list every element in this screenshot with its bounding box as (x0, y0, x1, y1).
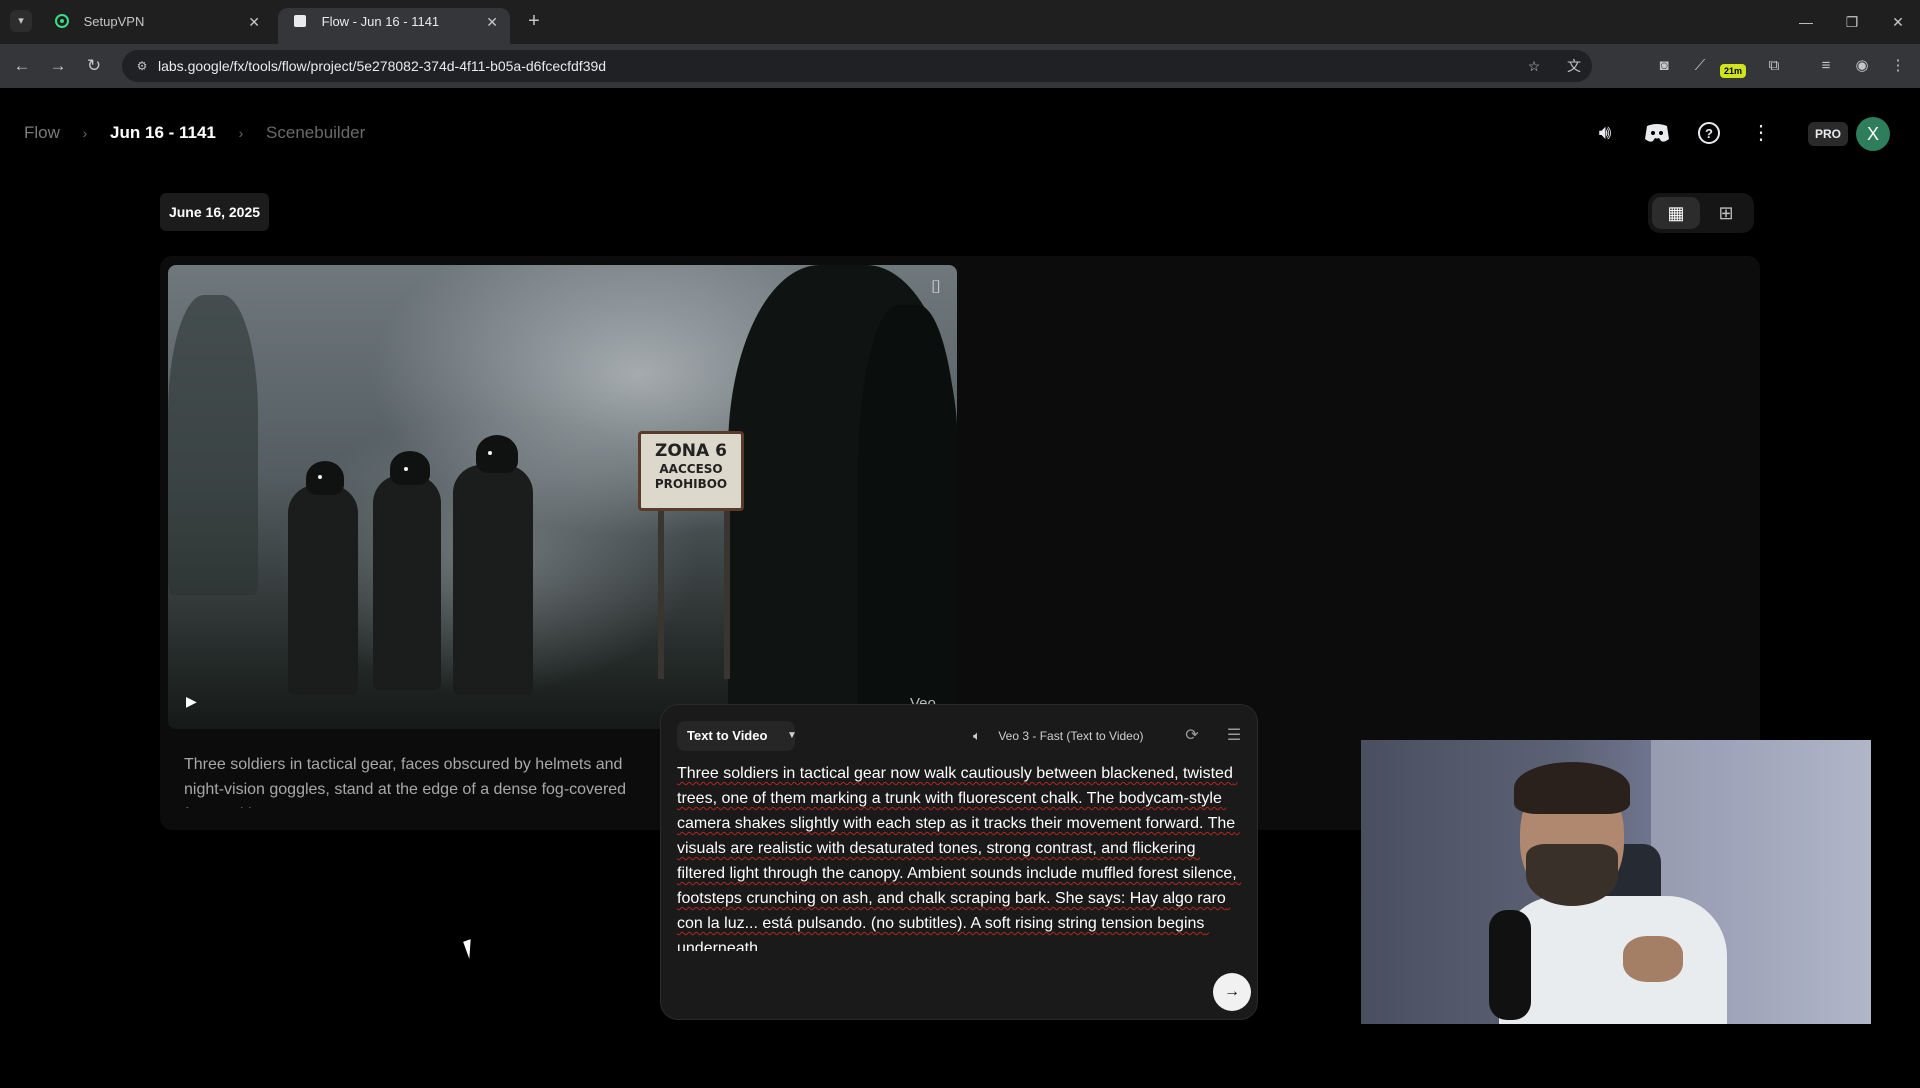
chevron-right-icon: › (238, 125, 244, 141)
restore-icon[interactable]: ❐ (1832, 8, 1872, 36)
breadcrumb-scenebuilder[interactable]: Scenebuilder (266, 122, 365, 144)
play-icon[interactable]: ▶ (186, 691, 206, 711)
new-tab-icon[interactable]: + (520, 8, 548, 36)
prompt-input[interactable]: Three soldiers in tactical gear now walk… (677, 761, 1243, 951)
mode-select[interactable]: Text to Video ▼ (677, 721, 797, 751)
sign-line: PROHIBOO (654, 477, 728, 491)
video-thumbnail[interactable]: ZONA 6 AACCESO PROHIBOO ⌷ ▶ Veo (168, 265, 957, 729)
avatar[interactable]: X (1856, 117, 1890, 151)
forward-icon[interactable]: → (44, 52, 72, 80)
mouse-cursor-icon (463, 939, 477, 959)
model-label: Veo 3 - Fast (Text to Video) (998, 729, 1144, 743)
breadcrumb-flow[interactable]: Flow (24, 122, 60, 144)
presenter-beard (1526, 844, 1618, 906)
browser-toolbar: ← → ↻ ⚙ labs.google/fx/tools/flow/projec… (0, 44, 1920, 88)
night-vision-light (404, 467, 408, 471)
reload-icon[interactable]: ↻ (80, 52, 108, 80)
pro-badge: PRO (1808, 122, 1848, 146)
soldier-figure (288, 485, 358, 695)
chevron-down-icon: ▼ (787, 730, 797, 741)
forest-tree (168, 295, 258, 595)
breadcrumb-project[interactable]: Jun 16 - 1141 (110, 122, 216, 144)
extension-timer-badge[interactable]: 21m (1720, 64, 1746, 78)
soldier-helmet (306, 461, 344, 495)
send-arrow-icon[interactable]: → (1213, 973, 1251, 1011)
translate-icon[interactable]: 文 (1562, 54, 1586, 78)
view-toggle: ▦ ⊞ (1648, 193, 1754, 233)
chevron-right-icon: › (82, 125, 88, 141)
night-vision-light (318, 475, 322, 479)
date-chip: June 16, 2025 (160, 193, 269, 231)
discord-icon[interactable] (1642, 118, 1672, 148)
zona-sign: ZONA 6 AACCESO PROHIBOO (638, 431, 744, 511)
bookmark-star-icon[interactable]: ☆ (1522, 54, 1546, 78)
soldier-helmet (390, 451, 430, 485)
microphone (1489, 910, 1531, 1020)
grid-view-icon[interactable]: ▦ (1652, 197, 1700, 229)
speaker-icon: 🔈︎ (973, 728, 981, 743)
svg-text:?: ? (1705, 126, 1713, 141)
camera-extension-icon[interactable]: ◙ (1650, 52, 1678, 80)
setupvpn-favicon-icon (54, 11, 70, 28)
breadcrumb: Flow › Jun 16 - 1141 › Scenebuilder (24, 122, 365, 144)
tab-search-icon[interactable]: ▾ (10, 10, 32, 32)
browser-menu-icon[interactable]: ⋮ (1884, 52, 1912, 80)
prompt-panel: Text to Video ▼ 🔈︎ Veo 3 - Fast (Text to… (660, 704, 1258, 1020)
settings-sliders-icon[interactable]: ☰ (1221, 723, 1247, 749)
browser-tab-strip: ▾ SetupVPN ✕ Flow - Jun 16 - 1141 ✕ + — … (0, 0, 1920, 44)
night-vision-light (488, 451, 492, 455)
help-icon[interactable]: ? (1694, 118, 1724, 148)
back-icon[interactable]: ← (8, 52, 36, 80)
close-tab-icon[interactable]: ✕ (486, 8, 498, 36)
reset-icon[interactable]: ⟳ (1179, 723, 1205, 749)
browser-tab-flow[interactable]: Flow - Jun 16 - 1141 ✕ (278, 8, 510, 44)
close-tab-icon[interactable]: ✕ (248, 8, 260, 36)
soldier-figure (453, 465, 533, 695)
chart-extension-icon[interactable]: ⟋ (1686, 52, 1714, 80)
extensions-puzzle-icon[interactable]: ⧉ (1760, 52, 1788, 80)
tab-title: SetupVPN (83, 14, 145, 29)
sign-line: ZONA 6 (655, 441, 727, 461)
more-options-icon[interactable]: ⋮ (1746, 118, 1776, 148)
site-info-icon[interactable]: ⚙ (130, 54, 154, 78)
browser-tab-setupvpn[interactable]: SetupVPN ✕ (40, 8, 272, 44)
presenter-shirt (1499, 896, 1727, 1024)
volume-icon[interactable]: 🔊︎ (1590, 118, 1620, 148)
presenter-hair (1514, 762, 1630, 814)
media-control-icon[interactable]: ≡ (1812, 52, 1840, 80)
forest-tree (858, 305, 957, 729)
sign-post (658, 509, 664, 679)
url-text[interactable]: labs.google/fx/tools/flow/project/5e2780… (158, 50, 606, 82)
window-close-icon[interactable]: ✕ (1878, 8, 1918, 36)
tab-title: Flow - Jun 16 - 1141 (321, 14, 440, 29)
soldier-helmet (476, 435, 518, 473)
soldier-figure (373, 475, 441, 690)
page-favicon-icon (292, 11, 308, 27)
minimize-icon[interactable]: — (1786, 8, 1826, 36)
list-grid-view-icon[interactable]: ⊞ (1702, 197, 1750, 229)
profile-icon[interactable]: ◉ (1848, 52, 1876, 80)
presenter-hand (1623, 936, 1683, 982)
model-select[interactable]: 🔈︎ Veo 3 - Fast (Text to Video) (973, 721, 1163, 751)
sign-post (724, 509, 730, 679)
sign-line: AACCESO (659, 462, 723, 476)
webcam-overlay (1361, 740, 1871, 1024)
clip-description: Three soldiers in tactical gear, faces o… (184, 756, 627, 808)
address-bar[interactable]: ⚙ labs.google/fx/tools/flow/project/5e27… (122, 50, 1592, 82)
mode-label: Text to Video (687, 728, 768, 743)
camera-snapshot-icon[interactable]: ⌷ (922, 275, 950, 299)
